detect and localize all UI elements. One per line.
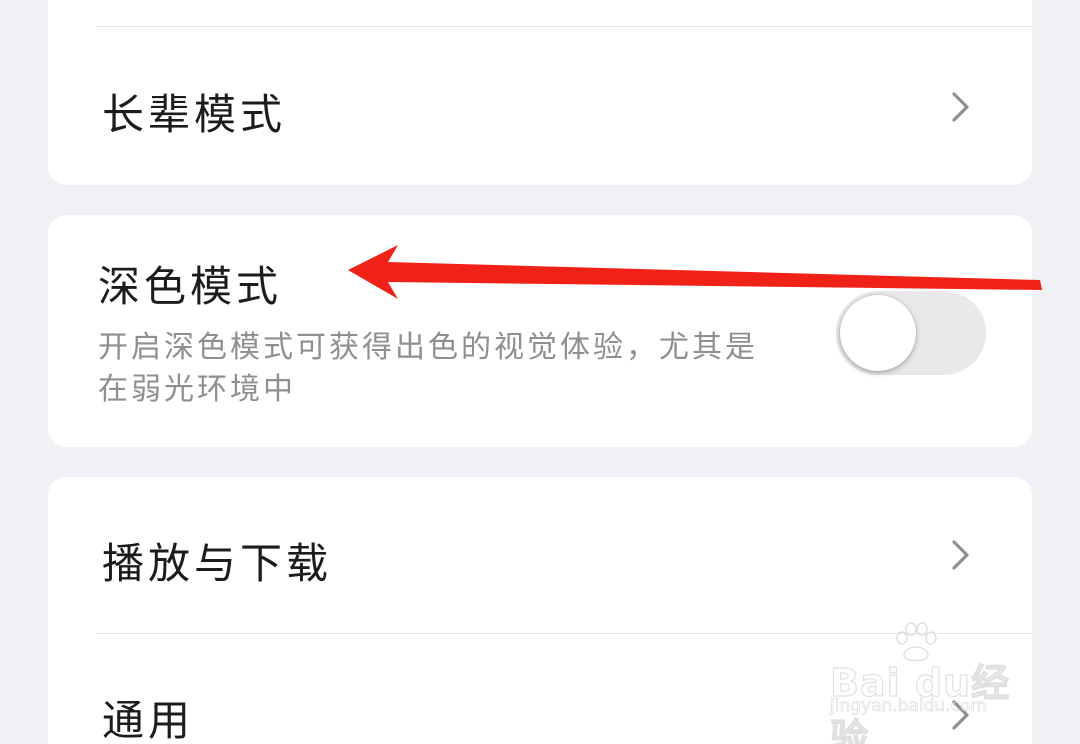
elder-mode-card: 长辈模式 (48, 0, 1032, 185)
play-download-row[interactable]: 播放与下载 (102, 530, 332, 591)
general-label: 通用 (102, 696, 195, 744)
divider (96, 633, 1032, 634)
dark-mode-title: 深色模式 (98, 262, 283, 311)
chevron-right-icon[interactable] (948, 699, 974, 731)
elder-mode-label: 长辈模式 (102, 90, 287, 139)
chevron-right-icon[interactable] (948, 539, 974, 571)
play-download-label: 播放与下载 (102, 539, 333, 588)
dark-mode-description: 开启深色模式可获得出色的视觉体验，尤其是在弱光环境中 (98, 330, 758, 407)
playback-general-card: 播放与下载 通用 (48, 477, 1032, 744)
chevron-right-icon[interactable] (948, 91, 974, 123)
divider (96, 26, 1032, 27)
general-row[interactable]: 通用 (102, 687, 194, 744)
elder-mode-row[interactable]: 长辈模式 (102, 81, 286, 142)
settings-screen: 长辈模式 深色模式 开启深色模式可获得出色的视觉体验，尤其是在弱光环境中 播放与… (0, 0, 1080, 744)
annotation-arrow (348, 245, 1042, 299)
